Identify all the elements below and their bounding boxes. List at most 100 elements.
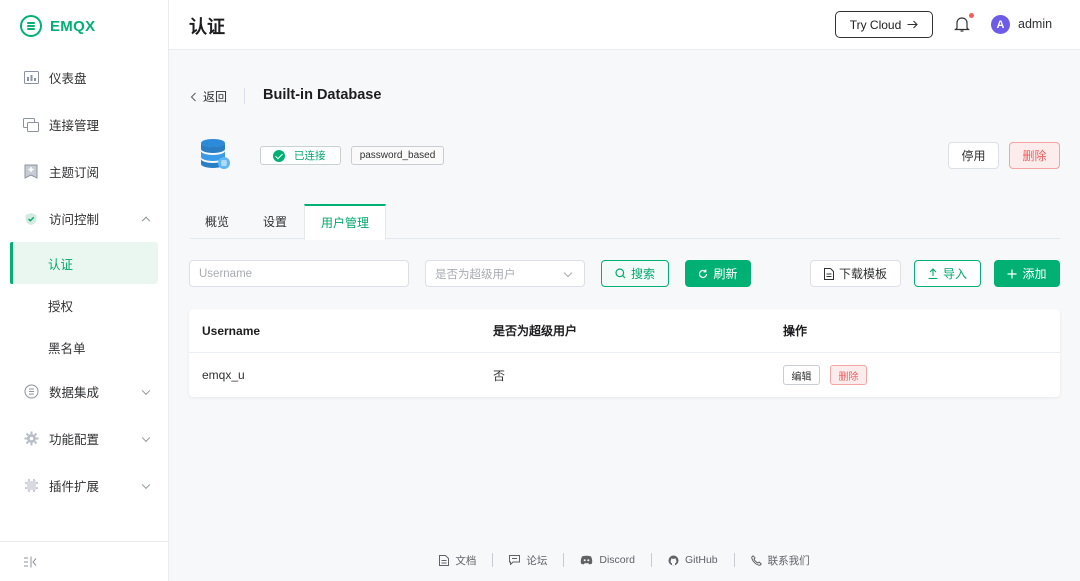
avatar[interactable]: A <box>991 15 1010 34</box>
connections-icon <box>23 117 39 133</box>
github-icon <box>668 555 679 565</box>
chat-icon <box>509 555 521 565</box>
document-icon <box>439 554 450 566</box>
try-cloud-button[interactable]: Try Cloud <box>835 11 933 38</box>
superuser-select-placeholder: 是否为超级用户 <box>435 268 516 281</box>
add-label: 添加 <box>1022 267 1047 281</box>
username-search-input[interactable] <box>189 260 409 287</box>
top-header: 认证 Try Cloud A admin <box>169 0 1080 50</box>
sidebar-item-connections[interactable]: 连接管理 <box>0 101 169 148</box>
sidebar-item-label: 插件扩展 <box>49 480 100 494</box>
delete-user-button[interactable]: 删除 <box>830 365 867 385</box>
try-cloud-label: Try Cloud <box>849 17 902 32</box>
delete-button[interactable]: 删除 <box>1009 142 1060 169</box>
access-control-icon <box>23 211 39 227</box>
database-icon <box>199 138 231 170</box>
download-template-label: 下载模板 <box>838 267 887 281</box>
refresh-button[interactable]: 刷新 <box>685 260 751 287</box>
sidebar-item-dashboard[interactable]: 仪表盘 <box>0 54 169 101</box>
sidebar-item-label: 仪表盘 <box>49 72 87 86</box>
sidebar-item-label: 功能配置 <box>49 433 100 447</box>
sidebar-item-label: 访问控制 <box>49 213 100 227</box>
collapse-sidebar-icon[interactable] <box>23 556 37 568</box>
column-header-superuser: 是否为超级用户 <box>493 324 578 338</box>
footer-docs-link[interactable]: 文档 <box>423 553 492 568</box>
notification-dot <box>969 13 974 18</box>
tab-overview[interactable]: 概览 <box>205 204 229 239</box>
disable-button[interactable]: 停用 <box>948 142 999 169</box>
sidebar-item-data-integration[interactable]: 数据集成 <box>0 368 169 415</box>
superuser-select[interactable]: 是否为超级用户 <box>425 260 585 287</box>
page-title: 认证 <box>189 17 225 37</box>
download-template-button[interactable]: 下载模板 <box>810 260 901 287</box>
refresh-label: 刷新 <box>713 267 738 281</box>
chevron-down-icon <box>141 433 151 442</box>
sidebar-nav: 仪表盘 连接管理 主题订阅 访问控制 认证 授权 黑名单 数据集成 功能配置 插… <box>0 54 169 509</box>
back-link[interactable]: 返回 <box>190 88 227 105</box>
data-integration-icon <box>23 384 39 400</box>
check-circle-icon <box>273 149 285 162</box>
edit-user-button[interactable]: 编辑 <box>783 365 820 385</box>
dashboard-icon <box>23 70 39 86</box>
upload-icon <box>928 268 938 279</box>
sidebar-item-subscriptions[interactable]: 主题订阅 <box>0 148 169 195</box>
status-badge: 已连接 <box>260 146 341 165</box>
import-button[interactable]: 导入 <box>914 260 981 287</box>
divider <box>244 88 245 104</box>
chevron-down-icon <box>141 480 151 489</box>
sidebar-item-blacklist[interactable]: 黑名单 <box>0 326 169 368</box>
sidebar-item-label: 连接管理 <box>49 119 100 133</box>
sidebar-item-plugins[interactable]: 插件扩展 <box>0 462 169 509</box>
subscriptions-icon <box>23 164 39 180</box>
back-label: 返回 <box>203 90 228 104</box>
chevron-down-icon <box>141 386 151 395</box>
users-table: Username 是否为超级用户 操作 emqx_u 否 编辑 删除 <box>189 309 1060 397</box>
sidebar-item-label: 数据集成 <box>49 386 100 400</box>
footer-github-link[interactable]: GitHub <box>652 554 734 566</box>
tab-bar: 概览 设置 用户管理 <box>190 204 1060 240</box>
sidebar-item-label: 认证 <box>48 257 74 272</box>
detail-title: Built-in Database <box>263 87 382 103</box>
footer-forum-link[interactable]: 论坛 <box>493 553 563 568</box>
sidebar-item-label: 授权 <box>48 299 74 314</box>
chevron-left-icon <box>190 92 196 101</box>
cell-superuser: 否 <box>493 368 506 383</box>
search-button[interactable]: 搜索 <box>601 260 669 287</box>
emqx-logo-icon <box>20 15 42 37</box>
plugin-icon <box>23 478 39 494</box>
sidebar-item-authentication[interactable]: 认证 <box>10 242 158 284</box>
footer-link-label: 文档 <box>455 554 477 567</box>
mechanism-badge: password_based <box>351 146 444 165</box>
row-divider <box>189 352 1060 353</box>
tab-user-management[interactable]: 用户管理 <box>304 204 386 240</box>
tab-settings[interactable]: 设置 <box>263 204 287 239</box>
sidebar-item-label: 黑名单 <box>48 341 86 356</box>
sidebar-item-authorization[interactable]: 授权 <box>0 284 169 326</box>
refresh-icon <box>699 269 708 278</box>
import-label: 导入 <box>942 267 967 281</box>
sidebar-item-configuration[interactable]: 功能配置 <box>0 415 169 462</box>
footer-discord-link[interactable]: Discord <box>564 554 651 566</box>
footer-contact-link[interactable]: 联系我们 <box>735 553 826 568</box>
document-icon <box>823 267 834 280</box>
footer-link-label: 论坛 <box>526 554 548 567</box>
logo-text: EMQX <box>50 17 96 35</box>
logo[interactable]: EMQX <box>20 12 95 40</box>
gear-icon <box>23 431 39 447</box>
sidebar-footer <box>0 541 169 581</box>
footer-link-label: Discord <box>599 554 635 566</box>
sidebar-item-label: 主题订阅 <box>49 166 100 180</box>
footer-link-label: 联系我们 <box>767 554 810 567</box>
plus-icon <box>1007 269 1017 278</box>
add-user-button[interactable]: 添加 <box>994 260 1060 287</box>
search-icon <box>615 268 626 279</box>
discord-icon <box>581 555 593 565</box>
sidebar: EMQX 仪表盘 连接管理 主题订阅 访问控制 认证 授权 黑名单 数据集成 功… <box>0 0 169 581</box>
column-header-actions: 操作 <box>783 324 808 338</box>
sidebar-item-access-control[interactable]: 访问控制 <box>0 195 169 242</box>
status-text: 已连接 <box>294 150 326 162</box>
footer-links: 文档 论坛 Discord GitHub 联系我们 <box>169 548 1080 572</box>
username[interactable]: admin <box>1018 17 1052 31</box>
column-header-username: Username <box>202 323 261 338</box>
footer-link-label: GitHub <box>684 554 718 566</box>
